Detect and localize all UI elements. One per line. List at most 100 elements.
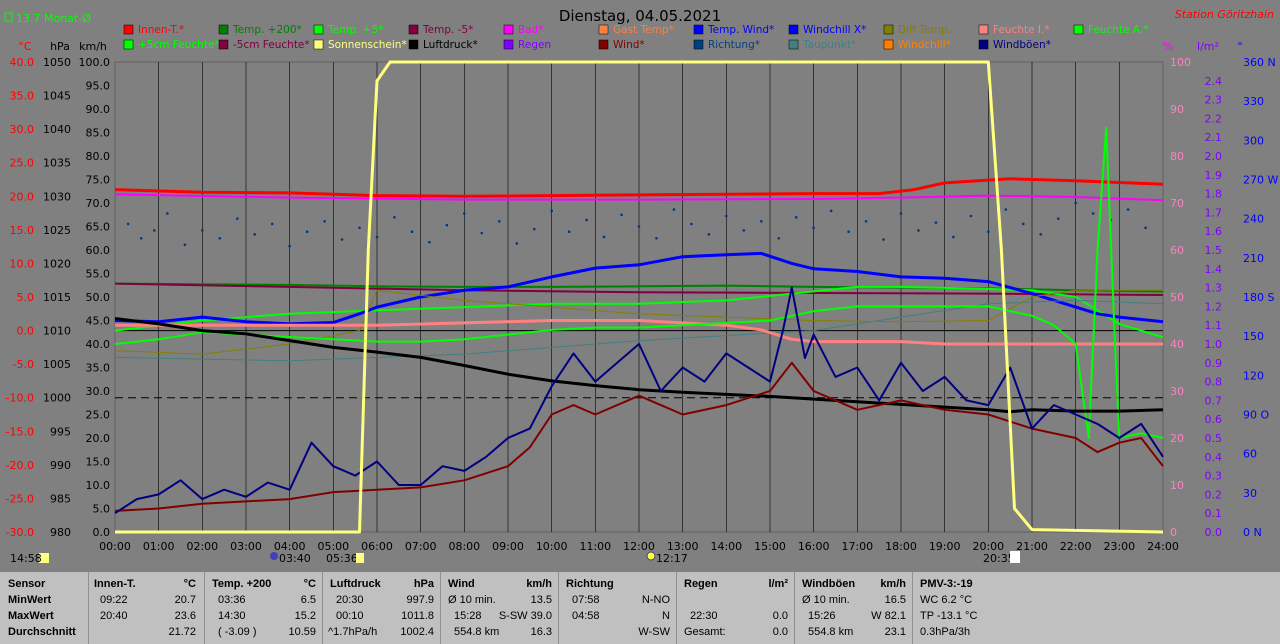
rain-tick-label: 1.7 — [1205, 206, 1223, 219]
moon-icon — [270, 552, 278, 560]
stats-direction-avg: W-SW — [638, 626, 670, 638]
direction-point — [358, 226, 361, 230]
stats-rain-max: 0.0 — [772, 610, 788, 622]
legend-swatch — [408, 24, 419, 35]
direction-point — [1021, 222, 1025, 226]
stats-temp200-avg-note: ( -3.09 ) — [218, 626, 257, 638]
rain-tick-label: 1.5 — [1205, 244, 1223, 257]
sunrise-icon — [356, 553, 364, 563]
legend-label: Regen — [518, 39, 551, 51]
rain-tick-label: 0.2 — [1205, 488, 1223, 501]
direction-point — [707, 233, 711, 236]
x-tick-label: 16:00 — [798, 540, 830, 553]
kmh-tick-label: 50.0 — [86, 291, 111, 304]
direction-point — [987, 230, 990, 234]
direction-point — [323, 219, 326, 223]
unit-kmh: km/h — [79, 40, 107, 53]
kmh-tick-label: 60.0 — [86, 244, 111, 257]
kmh-tick-label: 45.0 — [86, 315, 111, 328]
legend-label: Diff Temp. — [898, 24, 951, 36]
celsius-tick-label: -30.0 — [6, 526, 34, 539]
direction-point — [1074, 201, 1077, 205]
direction-point — [1091, 212, 1095, 215]
rain-tick-label: 1.0 — [1205, 338, 1223, 351]
direction-point — [759, 219, 763, 223]
direction-point — [585, 218, 588, 222]
x-tick-label: 12:00 — [623, 540, 655, 553]
stats-gust-header: Windböen — [802, 578, 856, 590]
direction-point — [515, 242, 519, 245]
direction-point — [602, 235, 606, 239]
x-tick-label: 00:00 — [99, 540, 131, 553]
x-tick-label: 01:00 — [143, 540, 175, 553]
x-tick-label: 07:00 — [405, 540, 437, 553]
celsius-tick-label: 10.0 — [10, 257, 35, 270]
direction-point — [497, 219, 501, 223]
stats-temp200-unit: °C — [303, 578, 316, 590]
celsius-tick-label: -10.0 — [6, 392, 34, 405]
celsius-tick-label: 0.0 — [17, 325, 35, 338]
legend-label: Feuchte I.* — [993, 24, 1050, 36]
rain-tick-label: 0.7 — [1205, 394, 1223, 407]
direction-point — [550, 209, 553, 213]
rain-tick-label: 1.4 — [1205, 263, 1223, 276]
direction-point — [1144, 226, 1147, 230]
unit-hpa: hPa — [50, 40, 70, 53]
statistics-panel: Sensor MinWert MaxWert Durchschnitt Inne… — [0, 572, 1280, 644]
x-tick-label: 19:00 — [929, 540, 961, 553]
legend-swatch — [218, 24, 229, 35]
rain-tick-label: 2.2 — [1205, 112, 1223, 125]
stats-temp200-min: 6.5 — [300, 594, 316, 606]
celsius-tick-label: 40.0 — [10, 56, 35, 69]
stats-max-label: MaxWert — [8, 610, 54, 622]
direction-point — [166, 212, 169, 215]
direction-point — [428, 240, 431, 244]
direction-point — [1056, 217, 1060, 220]
stats-gust-avg: 23.1 — [884, 626, 906, 638]
direction-point — [410, 230, 414, 234]
direction-point — [812, 226, 815, 230]
rain-tick-label: 0.0 — [1205, 526, 1223, 539]
chart-title: Dienstag, 04.05.2021 — [559, 7, 721, 25]
stats-pressure-trend-3h: 0.3hPa/3h — [920, 626, 971, 638]
direction-tick-label: 240 — [1243, 213, 1264, 226]
kmh-tick-label: 0.0 — [93, 526, 111, 539]
stats-innen-min: 20.7 — [174, 594, 196, 606]
stats-rain-header: Regen — [684, 578, 718, 590]
hpa-tick-label: 995 — [50, 425, 71, 438]
x-tick-label: 18:00 — [885, 540, 917, 553]
stats-innen-max: 23.6 — [174, 610, 196, 622]
stats-rain-unit: l/m² — [768, 578, 788, 590]
direction-point — [899, 212, 903, 215]
kmh-tick-label: 75.0 — [86, 174, 111, 187]
stats-innen-header: Innen-T. — [94, 578, 136, 590]
direction-tick-label: 330 — [1243, 95, 1264, 108]
legend-label: Gast Temp* — [613, 24, 674, 36]
percent-tick-label: 0 — [1170, 526, 1177, 539]
direction-point — [620, 213, 623, 217]
celsius-tick-label: 25.0 — [10, 157, 35, 170]
legend-swatch — [313, 39, 324, 50]
kmh-tick-label: 65.0 — [86, 221, 111, 234]
celsius-tick-label: 5.0 — [17, 291, 35, 304]
direction-point — [375, 235, 379, 239]
rain-tick-label: 1.2 — [1205, 300, 1223, 313]
stats-pressure-min: 997.9 — [406, 594, 434, 606]
stats-direction-header: Richtung — [566, 578, 614, 590]
legend-swatch — [978, 24, 989, 35]
legend-swatch — [218, 39, 229, 50]
legend-swatch — [1073, 24, 1084, 35]
legend-label: Temp. +200* — [232, 24, 302, 36]
kmh-tick-label: 40.0 — [86, 338, 111, 351]
kmh-tick-label: 85.0 — [86, 127, 111, 140]
direction-point — [253, 233, 257, 236]
direction-tick-label: 120 — [1243, 369, 1264, 382]
stats-pmv-header: PMV-3:-19 — [920, 578, 973, 590]
hpa-tick-label: 1025 — [43, 224, 71, 237]
kmh-tick-label: 30.0 — [86, 385, 111, 398]
direction-tick-label: 300 — [1243, 134, 1264, 147]
stats-temp200-min-time: 03:36 — [218, 594, 246, 606]
direction-point — [235, 217, 239, 220]
celsius-tick-label: 35.0 — [10, 90, 35, 103]
rain-tick-label: 0.6 — [1205, 413, 1223, 426]
